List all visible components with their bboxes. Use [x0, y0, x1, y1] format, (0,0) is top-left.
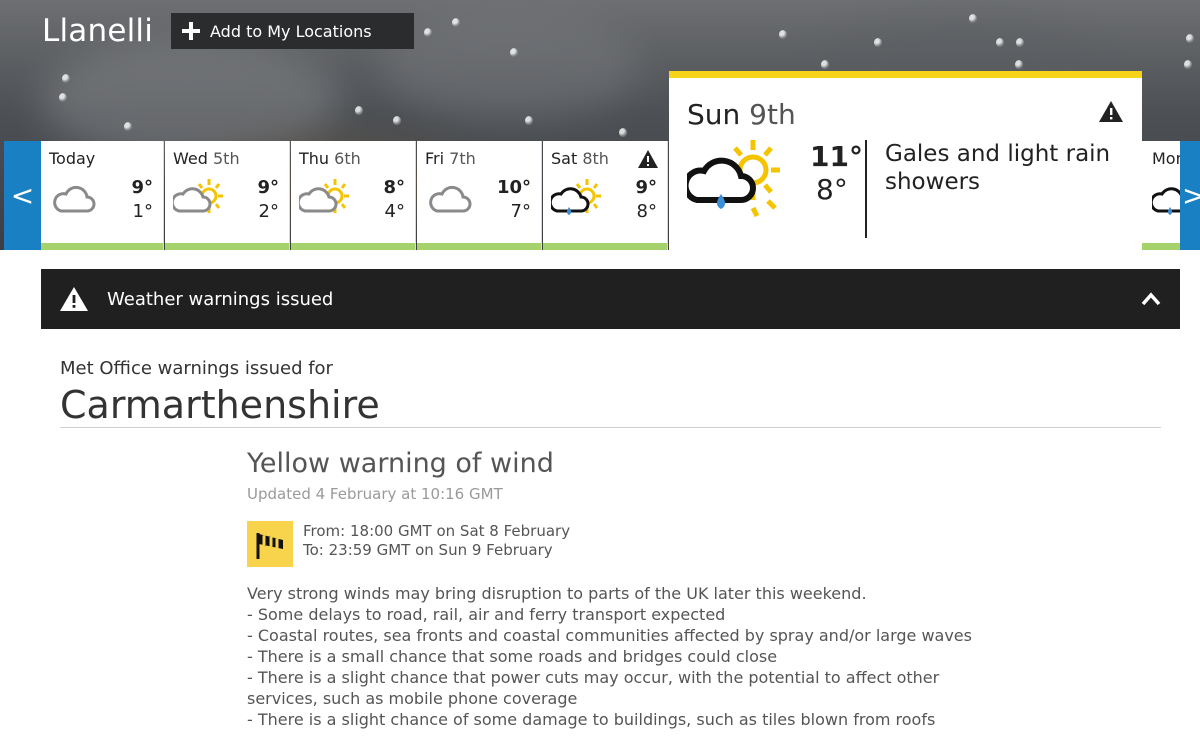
add-to-locations-button[interactable]: Add to My Locations	[171, 13, 414, 49]
warning-from: From: 18:00 GMT on Sat 8 February	[303, 522, 571, 540]
cloud-icon	[53, 185, 96, 213]
day-label: Mon	[1152, 149, 1180, 168]
high-temp: 9°	[635, 177, 657, 198]
location-title: Llanelli	[42, 13, 154, 49]
sun-cloud-rain-icon	[687, 140, 780, 218]
warning-icon	[638, 150, 658, 168]
warnings-bar-label: Weather warnings issued	[107, 288, 334, 310]
weather-description: Gales and light rain showers	[885, 141, 1111, 195]
next-days-button[interactable]: >	[1180, 141, 1200, 250]
warning-updated: Updated 4 February at 10:16 GMT	[247, 485, 503, 503]
day-indicator-bar	[41, 243, 163, 250]
high-temp: 9°	[257, 177, 279, 198]
selected-day-panel[interactable]: Sun 9th 11° 8° Gales and light rain show…	[669, 71, 1142, 250]
warning-title: Yellow warning of wind	[247, 448, 554, 479]
warnings-issued-label: Met Office warnings issued for	[60, 358, 333, 379]
sun-cloud-rain-icon	[1152, 187, 1180, 215]
day-label: Today	[49, 149, 96, 168]
day-tab-fri[interactable]: Fri 7th 10° 7°	[417, 141, 542, 250]
low-temp: 2°	[258, 201, 279, 222]
divider	[865, 140, 867, 238]
weather-warnings-toggle[interactable]: Weather warnings issued	[41, 269, 1180, 329]
low-temp: 8°	[816, 173, 848, 206]
low-temp: 1°	[132, 201, 153, 222]
day-tab-wed[interactable]: Wed 5th 9° 2°	[165, 141, 290, 250]
sun-cloud-icon	[173, 179, 223, 213]
day-tab-thu[interactable]: Thu 6th 8° 4°	[291, 141, 416, 250]
day-indicator-bar	[291, 243, 415, 250]
warning-body-line: - Coastal routes, sea fronts and coastal…	[247, 626, 972, 645]
plus-icon	[181, 21, 201, 41]
warning-body-line: - Some delays to road, rail, air and fer…	[247, 605, 726, 624]
add-to-locations-label: Add to My Locations	[210, 21, 372, 41]
high-temp: 10°	[496, 177, 531, 198]
high-temp: 11°	[810, 140, 863, 173]
day-indicator-bar	[165, 243, 289, 250]
county-title: Carmarthenshire	[60, 383, 380, 427]
warning-body-line: - There is a slight chance of some damag…	[247, 710, 936, 729]
warning-body-line: Very strong winds may bring disruption t…	[247, 584, 867, 603]
day-tab-sat[interactable]: Sat 8th 9° 8°	[543, 141, 668, 250]
day-label: Thu 6th	[299, 149, 361, 168]
low-temp: 4°	[384, 201, 405, 222]
day-indicator-bar	[1142, 243, 1180, 250]
sun-cloud-rain-icon	[551, 179, 601, 215]
warning-body-line: - There is a small chance that some road…	[247, 647, 778, 666]
low-temp: 8°	[636, 201, 657, 222]
day-label: Fri 7th	[425, 149, 476, 168]
high-temp: 8°	[383, 177, 405, 198]
warning-to: To: 23:59 GMT on Sun 9 February	[303, 541, 553, 559]
day-indicator-bar	[543, 243, 667, 250]
warning-body-line: - There is a slight chance that power cu…	[247, 668, 940, 708]
day-label: Sat 8th	[551, 149, 609, 168]
warning-body: Very strong winds may bring disruption t…	[247, 583, 987, 730]
high-temp: 9°	[131, 177, 153, 198]
previous-days-button[interactable]: <	[4, 141, 41, 250]
windsock-icon	[247, 521, 293, 567]
chevron-up-icon[interactable]	[1140, 288, 1162, 310]
selected-day-label: Sun 9th	[687, 98, 796, 131]
warning-icon	[1099, 101, 1123, 122]
day-indicator-bar	[417, 243, 541, 250]
day-tab-mon[interactable]: Mon	[1142, 141, 1180, 250]
warning-icon	[60, 287, 88, 311]
low-temp: 7°	[510, 201, 531, 222]
day-label: Wed 5th	[173, 149, 240, 168]
day-tab-today[interactable]: Today 9° 1°	[41, 141, 164, 250]
divider	[60, 427, 1161, 428]
cloud-icon	[429, 185, 472, 213]
sun-cloud-icon	[299, 179, 349, 213]
